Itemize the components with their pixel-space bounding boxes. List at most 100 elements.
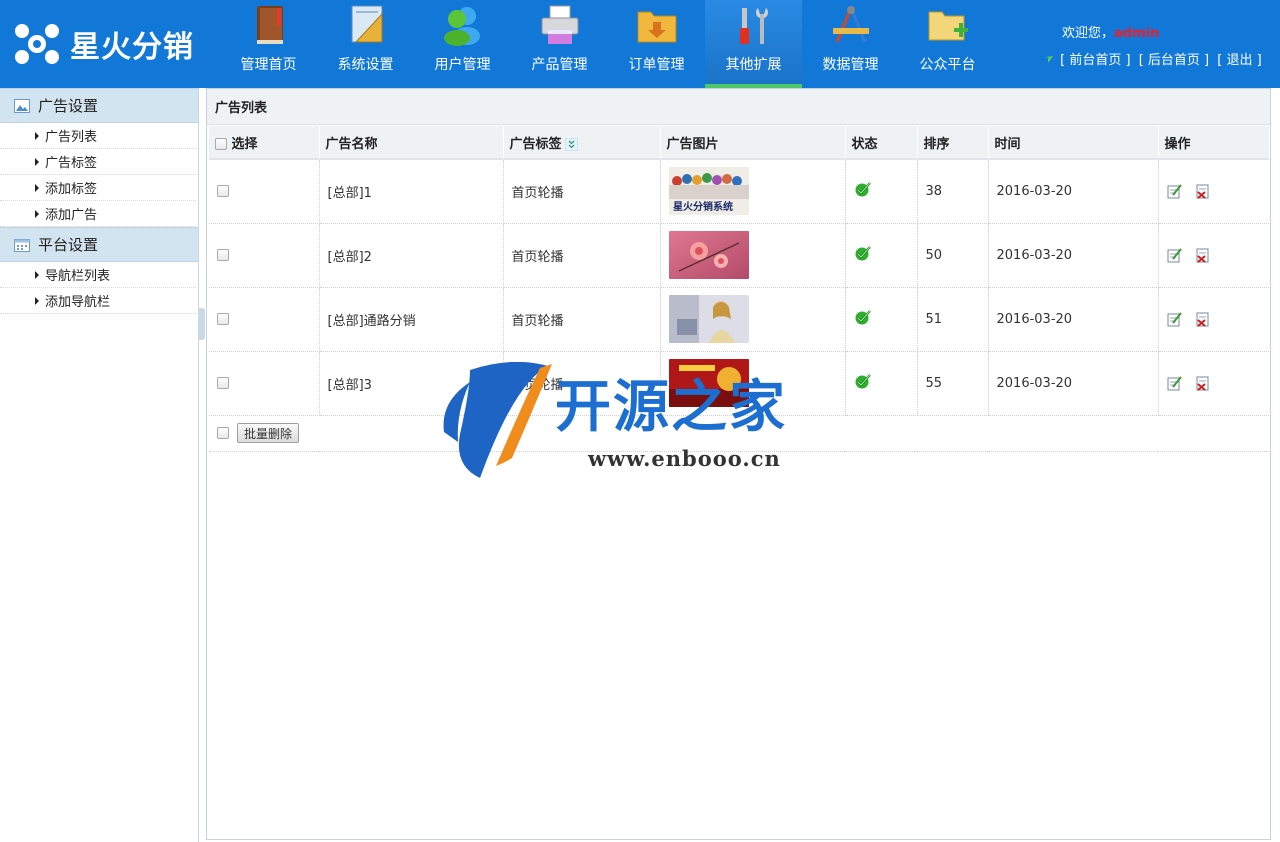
user-panel: 欢迎您，admin [ 前台首页 ] [ 后台首页 ] [ 退出 ] [1040, 22, 1264, 68]
ad-order: 38 [917, 159, 989, 224]
table-footer-row: 批量删除 [209, 415, 1269, 452]
sidebar-item-label: 添加标签 [45, 182, 98, 197]
sort-icon[interactable] [564, 137, 578, 151]
sidebar-item-label: 广告标签 [45, 156, 98, 171]
nav-label: 产品管理 [531, 57, 588, 73]
ad-order: 50 [917, 223, 989, 288]
users-icon [443, 7, 480, 46]
ad-order: 55 [917, 351, 989, 416]
ad-time: 2016-03-20 [988, 351, 1159, 416]
sidebar-item-add-nav[interactable]: 添加导航栏 [0, 288, 196, 314]
sidebar-item-ad-list[interactable]: 广告列表 [0, 123, 196, 149]
ad-time: 2016-03-20 [988, 287, 1159, 352]
nav-label: 公众平台 [919, 57, 976, 73]
ad-thumbnail[interactable] [668, 359, 749, 407]
sidebar-group-platform[interactable]: 平台设置 [0, 227, 198, 262]
nav-item-data[interactable]: 数据管理 [802, 0, 899, 88]
delete-icon[interactable] [1195, 248, 1210, 263]
ad-time: 2016-03-20 [988, 159, 1159, 224]
col-tag: 广告标签 [503, 126, 661, 160]
sidebar-group-ads[interactable]: 广告设置 [0, 88, 198, 123]
caret-right-icon [35, 270, 39, 279]
ad-tag: 首页轮播 [503, 223, 661, 288]
caret-right-icon [35, 157, 39, 166]
sidebar-item-label: 广告列表 [45, 130, 98, 145]
nav-item-public-platform[interactable]: 公众平台 [899, 0, 996, 88]
ad-time: 2016-03-20 [988, 223, 1159, 288]
nav-item-users[interactable]: 用户管理 [414, 0, 511, 88]
content-panel: 广告列表 选择 广告名称 广告标签 广告图片 状态 排序 时间 操作 [总部]1… [206, 88, 1271, 840]
arrow-icon [1041, 55, 1053, 66]
caret-right-icon [35, 183, 39, 192]
table-row: [总部]通路分销 首页轮播 51 2016-03-20 [209, 287, 1269, 352]
caret-right-icon [35, 296, 39, 305]
edit-icon[interactable] [1167, 184, 1182, 199]
delete-icon[interactable] [1195, 184, 1210, 199]
ad-thumbnail[interactable] [668, 231, 749, 279]
ad-name[interactable]: [总部]通路分销 [319, 287, 504, 352]
row-checkbox[interactable] [217, 185, 229, 198]
logout-link[interactable]: [ 退出 ] [1217, 53, 1261, 68]
status-ok-icon[interactable] [854, 181, 872, 197]
sidebar: 广告设置 广告列表 广告标签 添加标签 添加广告 平台设置 导航栏列表 添加导航… [0, 88, 199, 842]
printer-icon [541, 5, 578, 44]
top-header: 星火分销 管理首页 系统设置 用户管理 产品管理 订单管理 其他扩展 数据管理 … [0, 0, 1280, 88]
thumb-caption: 星火分销系统 [673, 200, 733, 213]
status-ok-icon[interactable] [854, 245, 872, 261]
ad-name[interactable]: [总部]2 [319, 223, 504, 288]
sidebar-item-add-ad[interactable]: 添加广告 [0, 201, 196, 227]
nav-item-system[interactable]: 系统设置 [317, 0, 414, 88]
ad-thumbnail[interactable] [668, 295, 749, 343]
row-checkbox[interactable] [217, 313, 229, 325]
ad-name[interactable]: [总部]3 [319, 351, 504, 416]
logo-icon [15, 24, 59, 64]
sidebar-item-add-tag[interactable]: 添加标签 [0, 175, 196, 201]
drafting-icon [832, 6, 869, 43]
ad-order: 51 [917, 287, 989, 352]
nav-item-orders[interactable]: 订单管理 [608, 0, 705, 88]
sidebar-item-label: 添加广告 [45, 208, 98, 223]
welcome-text: 欢迎您， [1062, 26, 1115, 41]
row-checkbox[interactable] [217, 249, 229, 261]
caret-right-icon [35, 209, 39, 218]
admin-home-link[interactable]: [ 后台首页 ] [1139, 53, 1209, 68]
nav-item-products[interactable]: 产品管理 [511, 0, 608, 88]
main-nav: 管理首页 系统设置 用户管理 产品管理 订单管理 其他扩展 数据管理 公众平台 [220, 0, 996, 88]
col-order: 排序 [917, 126, 989, 160]
ad-name[interactable]: [总部]1 [319, 159, 504, 224]
select-all-checkbox[interactable] [215, 138, 227, 150]
image-icon [14, 98, 30, 113]
batch-delete-button[interactable]: 批量删除 [237, 423, 300, 443]
sidebar-item-label: 导航栏列表 [45, 269, 111, 284]
username: admin [1114, 26, 1160, 41]
app-logo[interactable]: 星火分销 [12, 18, 194, 70]
delete-icon[interactable] [1195, 312, 1210, 327]
nav-item-extensions[interactable]: 其他扩展 [705, 0, 802, 88]
edit-icon[interactable] [1167, 247, 1182, 263]
col-image: 广告图片 [660, 126, 846, 160]
col-label: 选择 [231, 136, 258, 152]
sidebar-item-label: 添加导航栏 [45, 295, 111, 310]
nav-item-home[interactable]: 管理首页 [220, 0, 317, 88]
status-ok-icon[interactable] [854, 373, 872, 389]
footer-select-checkbox[interactable] [217, 427, 229, 439]
col-actions: 操作 [1158, 126, 1269, 160]
delete-icon[interactable] [1195, 376, 1210, 391]
row-checkbox[interactable] [217, 377, 229, 389]
front-home-link[interactable]: [ 前台首页 ] [1060, 53, 1130, 68]
ad-tag: 首页轮播 [503, 159, 661, 224]
nav-label: 用户管理 [434, 57, 491, 73]
nav-label: 订单管理 [628, 57, 685, 73]
sidebar-collapse-handle[interactable] [198, 308, 205, 340]
sidebar-item-ad-tags[interactable]: 广告标签 [0, 149, 196, 175]
folder-download-icon [637, 11, 676, 43]
status-ok-icon[interactable] [854, 309, 872, 325]
ad-thumbnail[interactable]: 星火分销系统 [668, 167, 749, 216]
sidebar-item-nav-list[interactable]: 导航栏列表 [0, 262, 196, 288]
edit-icon[interactable] [1167, 311, 1182, 327]
caret-right-icon [35, 131, 39, 140]
col-time: 时间 [988, 126, 1159, 160]
edit-icon[interactable] [1167, 375, 1182, 391]
table-row: [总部]1 首页轮播 星火分销系统 38 2016-03-20 [209, 159, 1269, 224]
calendar-icon [14, 238, 30, 252]
